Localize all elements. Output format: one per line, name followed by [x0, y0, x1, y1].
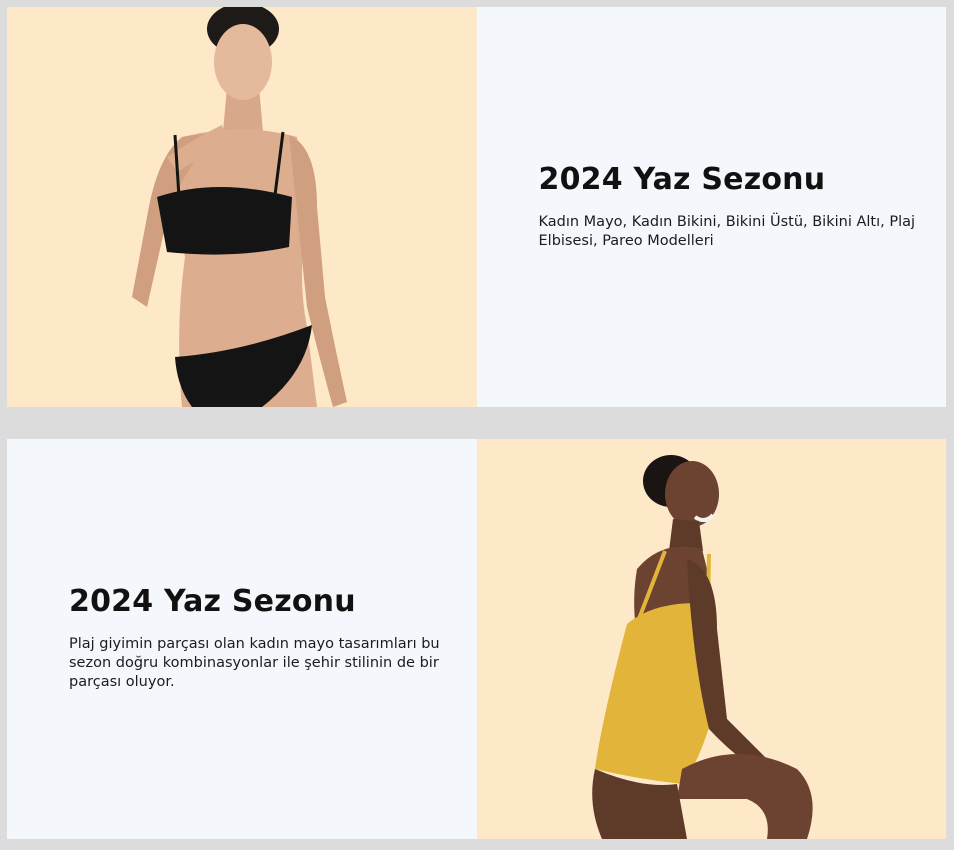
banner-image-2[interactable]	[476, 439, 946, 839]
banner-description: Plaj giyimin parçası olan kadın mayo tas…	[69, 636, 440, 690]
banner-text-panel-1: 2024 Yaz Sezonu Kadın Mayo, Kadın Bikini…	[476, 7, 946, 407]
banner-title: 2024 Yaz Sezonu	[538, 162, 826, 197]
banner-image-1[interactable]	[7, 7, 477, 407]
model-black-bikini-photo	[132, 7, 347, 407]
season-banner-2[interactable]: 2024 Yaz Sezonu Plaj giyimin parçası ola…	[7, 439, 946, 839]
banner-text-panel-2: 2024 Yaz Sezonu Plaj giyimin parçası ola…	[7, 439, 477, 839]
banner-description: Kadın Mayo, Kadın Bikini, Bikini Üstü, B…	[538, 214, 916, 249]
model-yellow-swimsuit-photo	[591, 455, 813, 839]
banner-title: 2024 Yaz Sezonu	[69, 584, 356, 619]
season-banner-1[interactable]: 2024 Yaz Sezonu Kadın Mayo, Kadın Bikini…	[7, 7, 946, 407]
